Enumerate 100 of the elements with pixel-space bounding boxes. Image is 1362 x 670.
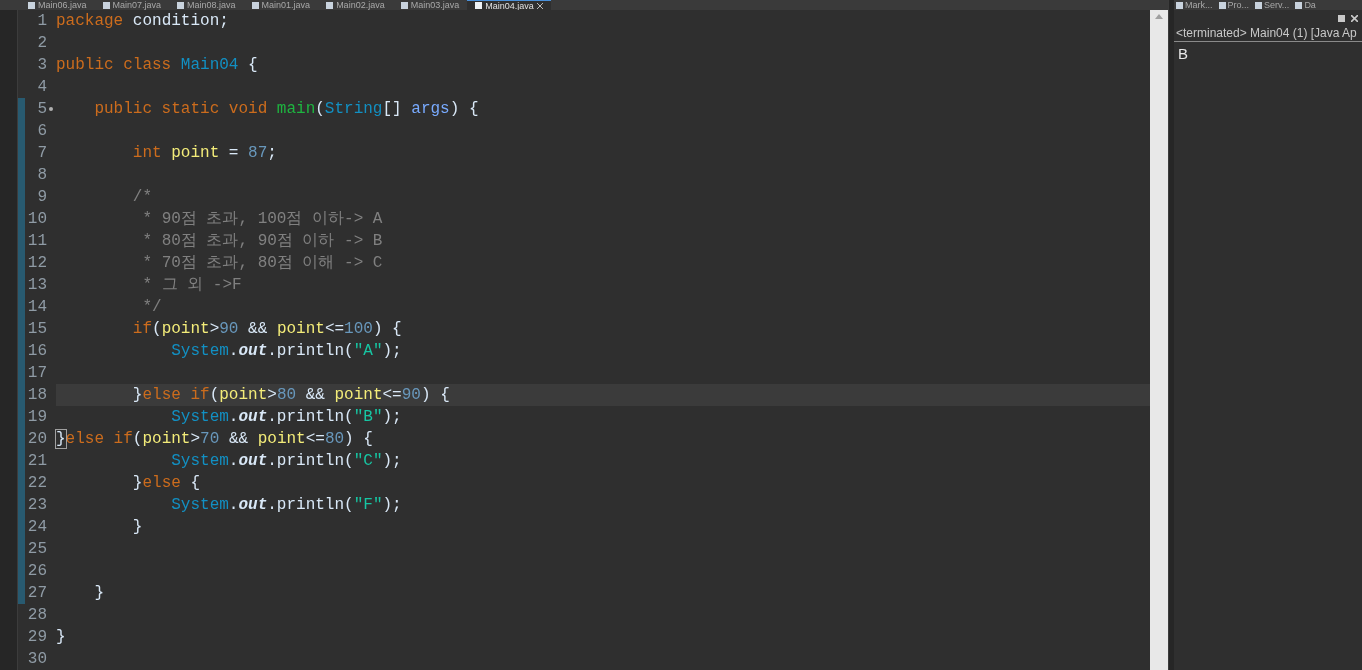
code-token: }	[56, 628, 66, 646]
code-token: * 90점 초과, 100점 이하-> A	[142, 210, 383, 228]
console-output: B	[1177, 44, 1189, 64]
code-token: point	[334, 386, 383, 404]
line-number: 28	[27, 606, 47, 624]
code-token: 80	[324, 430, 345, 448]
code-token: (	[152, 320, 162, 338]
editor-tab[interactable]: Main01.java	[243, 0, 319, 10]
code-token: );	[382, 408, 402, 426]
editor-tab[interactable]: Main04.java	[467, 0, 551, 10]
code-token: point	[171, 144, 220, 162]
code-token: {	[248, 56, 258, 74]
code-token: else if	[65, 430, 133, 448]
view-tab[interactable]: Mark...	[1176, 0, 1213, 10]
code-token: args	[411, 100, 450, 118]
editor-tab[interactable]: Main07.java	[94, 0, 170, 10]
view-tab[interactable]: Serv...	[1255, 0, 1290, 10]
line-number: 25	[27, 540, 47, 558]
code-token: System	[171, 408, 229, 426]
code-token: <=	[382, 386, 402, 404]
line-number: 18	[27, 386, 47, 404]
code-token: ) {	[449, 100, 479, 118]
code-token: 87	[248, 144, 268, 162]
fold-marker-icon[interactable]	[49, 107, 53, 111]
code-token: ;	[267, 144, 277, 162]
code-token: >	[209, 320, 220, 338]
code-token: point	[276, 320, 325, 338]
code-token: out	[238, 408, 268, 426]
code-token: 100	[344, 320, 373, 338]
line-number: 5	[37, 100, 47, 118]
editor-tab[interactable]: Main08.java	[169, 0, 244, 10]
code-token: .	[228, 342, 239, 360]
code-token: System	[171, 496, 229, 514]
code-token: main	[276, 100, 316, 118]
line-number: 23	[27, 496, 47, 514]
code-token: &&	[248, 320, 268, 338]
file-icon	[1176, 1, 1183, 9]
code-token: * 70점 초과, 80점 이해 -> C	[142, 254, 383, 272]
editor-tab[interactable]: Main03.java	[392, 0, 468, 10]
code-token: ) {	[372, 320, 402, 338]
line-number: 27	[27, 584, 47, 602]
line-number: 13	[27, 276, 47, 294]
line-number: 12	[27, 254, 47, 272]
code-token: );	[382, 342, 402, 360]
line-number: 26	[27, 562, 47, 580]
code-token: public class	[56, 56, 172, 74]
code-token: >	[190, 430, 201, 448]
code-token: .println(	[267, 342, 354, 360]
code-token: }	[132, 518, 143, 536]
code-token: "A"	[353, 342, 383, 360]
code-token: 70	[200, 430, 220, 448]
line-number: 21	[27, 452, 47, 470]
code-token: }	[94, 584, 104, 602]
code-token: "B"	[353, 408, 383, 426]
code-token: if	[132, 320, 152, 338]
code-token: out	[238, 496, 268, 514]
stop-icon[interactable]	[1338, 14, 1345, 22]
line-number: 2	[37, 34, 47, 52]
line-number: 29	[27, 628, 47, 646]
code-token: */	[142, 298, 162, 316]
view-tab[interactable]: Pro...	[1218, 0, 1250, 10]
close-icon[interactable]	[536, 2, 543, 9]
close-icon[interactable]	[1351, 14, 1358, 22]
file-icon	[400, 1, 408, 9]
code-token: <=	[324, 320, 345, 338]
code-token: (	[132, 430, 143, 448]
code-token: (	[209, 386, 220, 404]
code-token: package	[56, 12, 124, 30]
file-icon	[1218, 1, 1226, 9]
file-icon	[1255, 1, 1263, 9]
line-number: 19	[27, 408, 47, 426]
file-icon	[475, 2, 483, 9]
code-token: .println(	[267, 408, 354, 426]
line-number: 24	[27, 518, 47, 536]
code-token: 90	[219, 320, 239, 338]
line-number: 8	[37, 166, 47, 184]
code-token: .println(	[267, 452, 354, 470]
code-token: .	[228, 408, 239, 426]
code-token: .println(	[267, 496, 354, 514]
line-number: 4	[37, 78, 47, 96]
editor-tab[interactable]: Main06.java	[20, 0, 95, 10]
line-number: 22	[27, 474, 47, 492]
editor-tab[interactable]: Main02.java	[318, 0, 393, 10]
code-token: point	[161, 320, 210, 338]
console-status: <terminated> Main04 (1) [Java Ap	[1174, 26, 1362, 42]
code-token: 80	[276, 386, 297, 404]
scrollbar[interactable]	[1150, 10, 1168, 670]
file-icon	[102, 1, 110, 9]
code-token: "F"	[353, 496, 383, 514]
code-token: }	[132, 386, 143, 404]
scroll-up-icon[interactable]	[1155, 14, 1163, 19]
file-icon	[1295, 1, 1303, 9]
code-token: point	[257, 430, 306, 448]
file-icon	[177, 1, 185, 9]
view-tab[interactable]: Da	[1295, 0, 1316, 10]
line-number: 3	[37, 56, 47, 74]
code-token: ) {	[420, 386, 450, 404]
code-token: {	[190, 474, 201, 492]
code-token: }	[132, 474, 143, 492]
line-number: 9	[37, 188, 47, 206]
